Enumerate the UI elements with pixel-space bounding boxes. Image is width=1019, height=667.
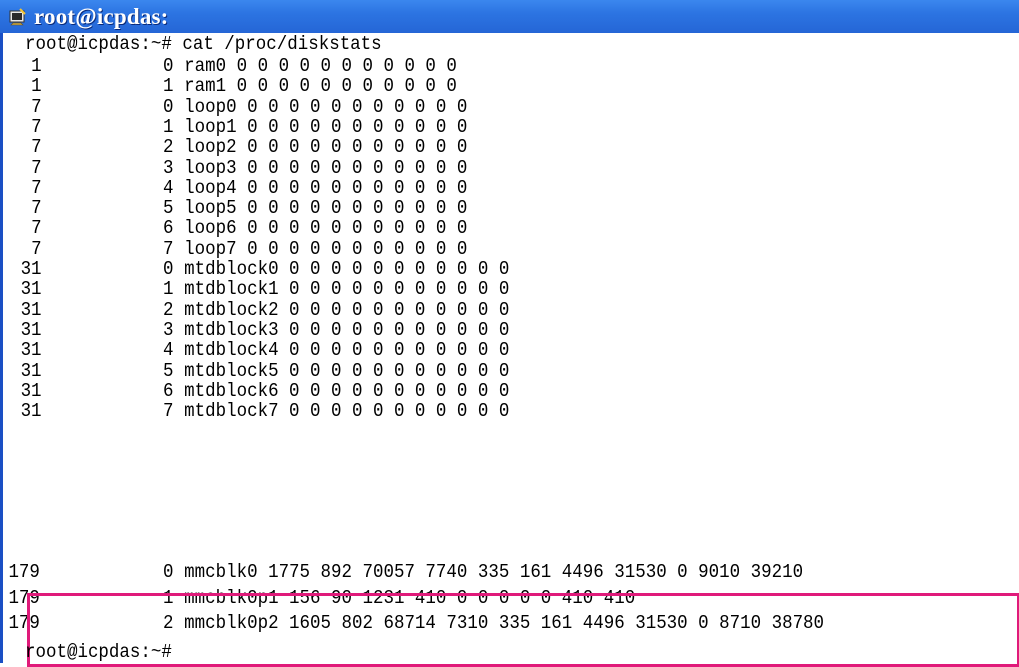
major-number: 7 — [31, 156, 42, 179]
major-number: 7 — [31, 237, 42, 260]
device-stats: loop5 0 0 0 0 0 0 0 0 0 0 0 — [184, 197, 468, 220]
device-stats: mtdblock7 0 0 0 0 0 0 0 0 0 0 0 — [184, 400, 510, 423]
device-stats: mtdblock0 0 0 0 0 0 0 0 0 0 0 0 — [184, 258, 510, 280]
terminal-icon[interactable] — [8, 7, 28, 27]
minor-number: 5 — [163, 359, 174, 382]
major-number: 31 — [20, 359, 42, 382]
major-number: 7 — [31, 115, 42, 138]
device-stats: mtdblock5 0 0 0 0 0 0 0 0 0 0 0 — [184, 359, 510, 382]
major-number: 31 — [20, 400, 42, 423]
minor-number: 4 — [163, 176, 174, 199]
device-stats: loop4 0 0 0 0 0 0 0 0 0 0 0 — [184, 176, 468, 199]
minor-number: 5 — [163, 197, 174, 220]
minor-number: 4 — [163, 339, 174, 362]
device-stats: mtdblock6 0 0 0 0 0 0 0 0 0 0 0 — [184, 379, 510, 402]
highlight-box — [27, 593, 1019, 667]
major-number: 31 — [20, 318, 42, 341]
major-number: 7 — [31, 197, 42, 220]
major-number: 1 — [31, 75, 42, 98]
device-stats: loop0 0 0 0 0 0 0 0 0 0 0 0 — [184, 95, 468, 118]
device-stats: mtdblock3 0 0 0 0 0 0 0 0 0 0 0 — [184, 318, 510, 341]
command-line: root@icpdas:~# cat /proc/diskstats — [25, 33, 382, 55]
minor-number: 3 — [163, 156, 174, 179]
device-stats: loop1 0 0 0 0 0 0 0 0 0 0 0 — [184, 115, 468, 138]
window-title: root@icpdas: — [34, 3, 169, 29]
device-stats: mtdblock1 0 0 0 0 0 0 0 0 0 0 0 — [184, 278, 510, 301]
device-stats: loop2 0 0 0 0 0 0 0 0 0 0 0 — [184, 136, 468, 159]
minor-number: 2 — [163, 298, 174, 321]
minor-number: 6 — [163, 217, 174, 240]
title-bar[interactable]: root@icpdas: — [0, 0, 1019, 33]
major-number: 7 — [31, 176, 42, 199]
major-number: 1 — [31, 55, 42, 77]
minor-number: 7 — [163, 400, 174, 423]
minor-number: 0 — [163, 55, 174, 77]
device-stats: loop3 0 0 0 0 0 0 0 0 0 0 0 — [184, 156, 468, 179]
major-number: 31 — [20, 298, 42, 321]
minor-number: 1 — [163, 75, 174, 98]
minor-number: 6 — [163, 379, 174, 402]
minor-number: 1 — [163, 278, 174, 301]
major-number: 7 — [31, 217, 42, 240]
prompt-line: root@icpdas:~# — [25, 641, 172, 663]
minor-number: 2 — [163, 136, 174, 159]
device-stats: ram0 0 0 0 0 0 0 0 0 0 0 0 — [184, 55, 457, 77]
device-stats: mtdblock4 0 0 0 0 0 0 0 0 0 0 0 — [184, 339, 510, 362]
major-number: 31 — [20, 339, 42, 362]
minor-number: 3 — [163, 318, 174, 341]
device-stats: loop6 0 0 0 0 0 0 0 0 0 0 0 — [184, 217, 468, 240]
major-number: 7 — [31, 95, 42, 118]
device-stats: loop7 0 0 0 0 0 0 0 0 0 0 0 — [184, 237, 468, 260]
terminal-output[interactable]: root@icpdas:~# cat /proc/diskstats 1 0 ram… — [0, 33, 1019, 667]
terminal-window: root@icpdas: root@icpdas:~# cat /proc/di… — [0, 0, 1019, 667]
minor-number: 1 — [163, 115, 174, 138]
minor-number: 0 — [163, 258, 174, 280]
minor-number: 0 — [163, 561, 174, 583]
major-number: 31 — [20, 258, 42, 280]
device-stats: mmcblk0 1775 892 70057 7740 335 161 4496… — [184, 561, 804, 583]
major-number: 31 — [20, 379, 42, 402]
device-stats: ram1 0 0 0 0 0 0 0 0 0 0 0 — [184, 75, 457, 98]
device-stats: mtdblock2 0 0 0 0 0 0 0 0 0 0 0 — [184, 298, 510, 321]
minor-number: 7 — [163, 237, 174, 260]
major-number: 7 — [31, 136, 42, 159]
major-number: 31 — [20, 278, 42, 301]
minor-number: 0 — [163, 95, 174, 118]
major-number: 179 — [8, 561, 40, 583]
